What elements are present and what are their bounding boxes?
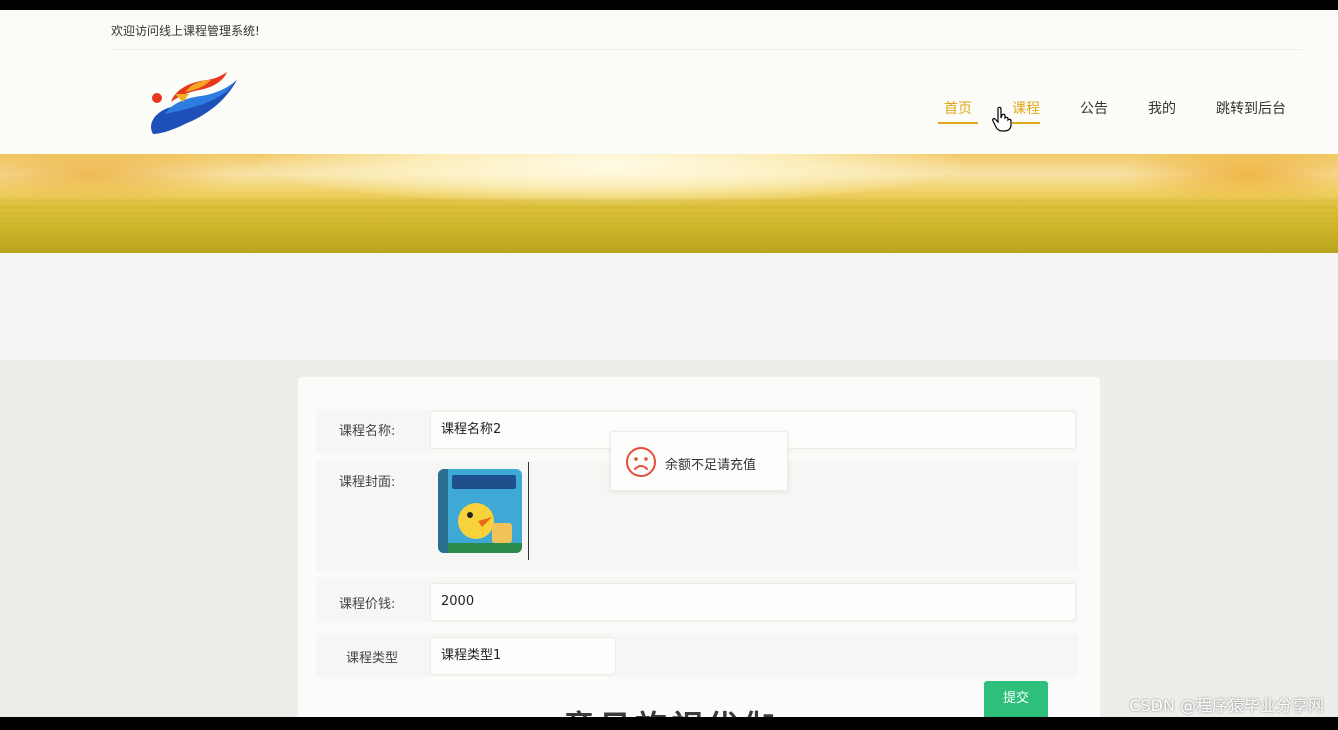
- course-type-label: 课程类型: [346, 651, 399, 666]
- nav-announcements[interactable]: 公告: [1080, 98, 1108, 130]
- nav-courses[interactable]: 课程: [1012, 98, 1040, 130]
- site-header: 首页 课程 公告 我的 跳转到后台: [0, 50, 1338, 155]
- submit-button[interactable]: 提交: [984, 681, 1048, 717]
- course-type-select[interactable]: 课程类型1: [430, 637, 616, 675]
- site-logo-icon[interactable]: [145, 68, 241, 140]
- sad-face-icon: [626, 447, 656, 477]
- nav-home[interactable]: 首页: [938, 98, 978, 130]
- text-caret: [528, 462, 529, 560]
- banner-image: [0, 154, 1338, 253]
- course-cover-image[interactable]: [438, 469, 522, 553]
- nav-admin[interactable]: 跳转到后台: [1216, 98, 1286, 130]
- main-nav: 首页 课程 公告 我的 跳转到后台: [904, 98, 1286, 130]
- nav-mine[interactable]: 我的: [1148, 98, 1176, 130]
- spacer: [0, 253, 1338, 360]
- course-cover-label: 课程封面:: [339, 475, 396, 490]
- watermark: CSDN @程序猿毕业分享网: [1129, 696, 1324, 715]
- toast-text: 余额不足请充值: [665, 458, 757, 473]
- form-row-type: 课程类型 课程类型1: [316, 633, 1078, 677]
- welcome-text: 欢迎访问线上课程管理系统!: [111, 24, 260, 38]
- course-price-label: 课程价钱:: [339, 597, 396, 612]
- toast-message: 余额不足请充值: [610, 431, 788, 491]
- section-title: 意见旅视优伽: [563, 705, 779, 717]
- course-price-input[interactable]: 2000: [430, 583, 1076, 621]
- form-row-price: 课程价钱: 2000: [316, 577, 1078, 623]
- welcome-bar: 欢迎访问线上课程管理系统!: [0, 10, 1338, 50]
- browser-viewport: 欢迎访问线上课程管理系统! 首页 课程 公告 我的 跳转到后台 课程名称: 课程…: [0, 10, 1338, 717]
- course-name-label: 课程名称:: [339, 424, 396, 439]
- course-form-card: 课程名称: 课程名称2 课程封面: 课程价钱: 2000 课程类型 课程类型1: [298, 377, 1100, 717]
